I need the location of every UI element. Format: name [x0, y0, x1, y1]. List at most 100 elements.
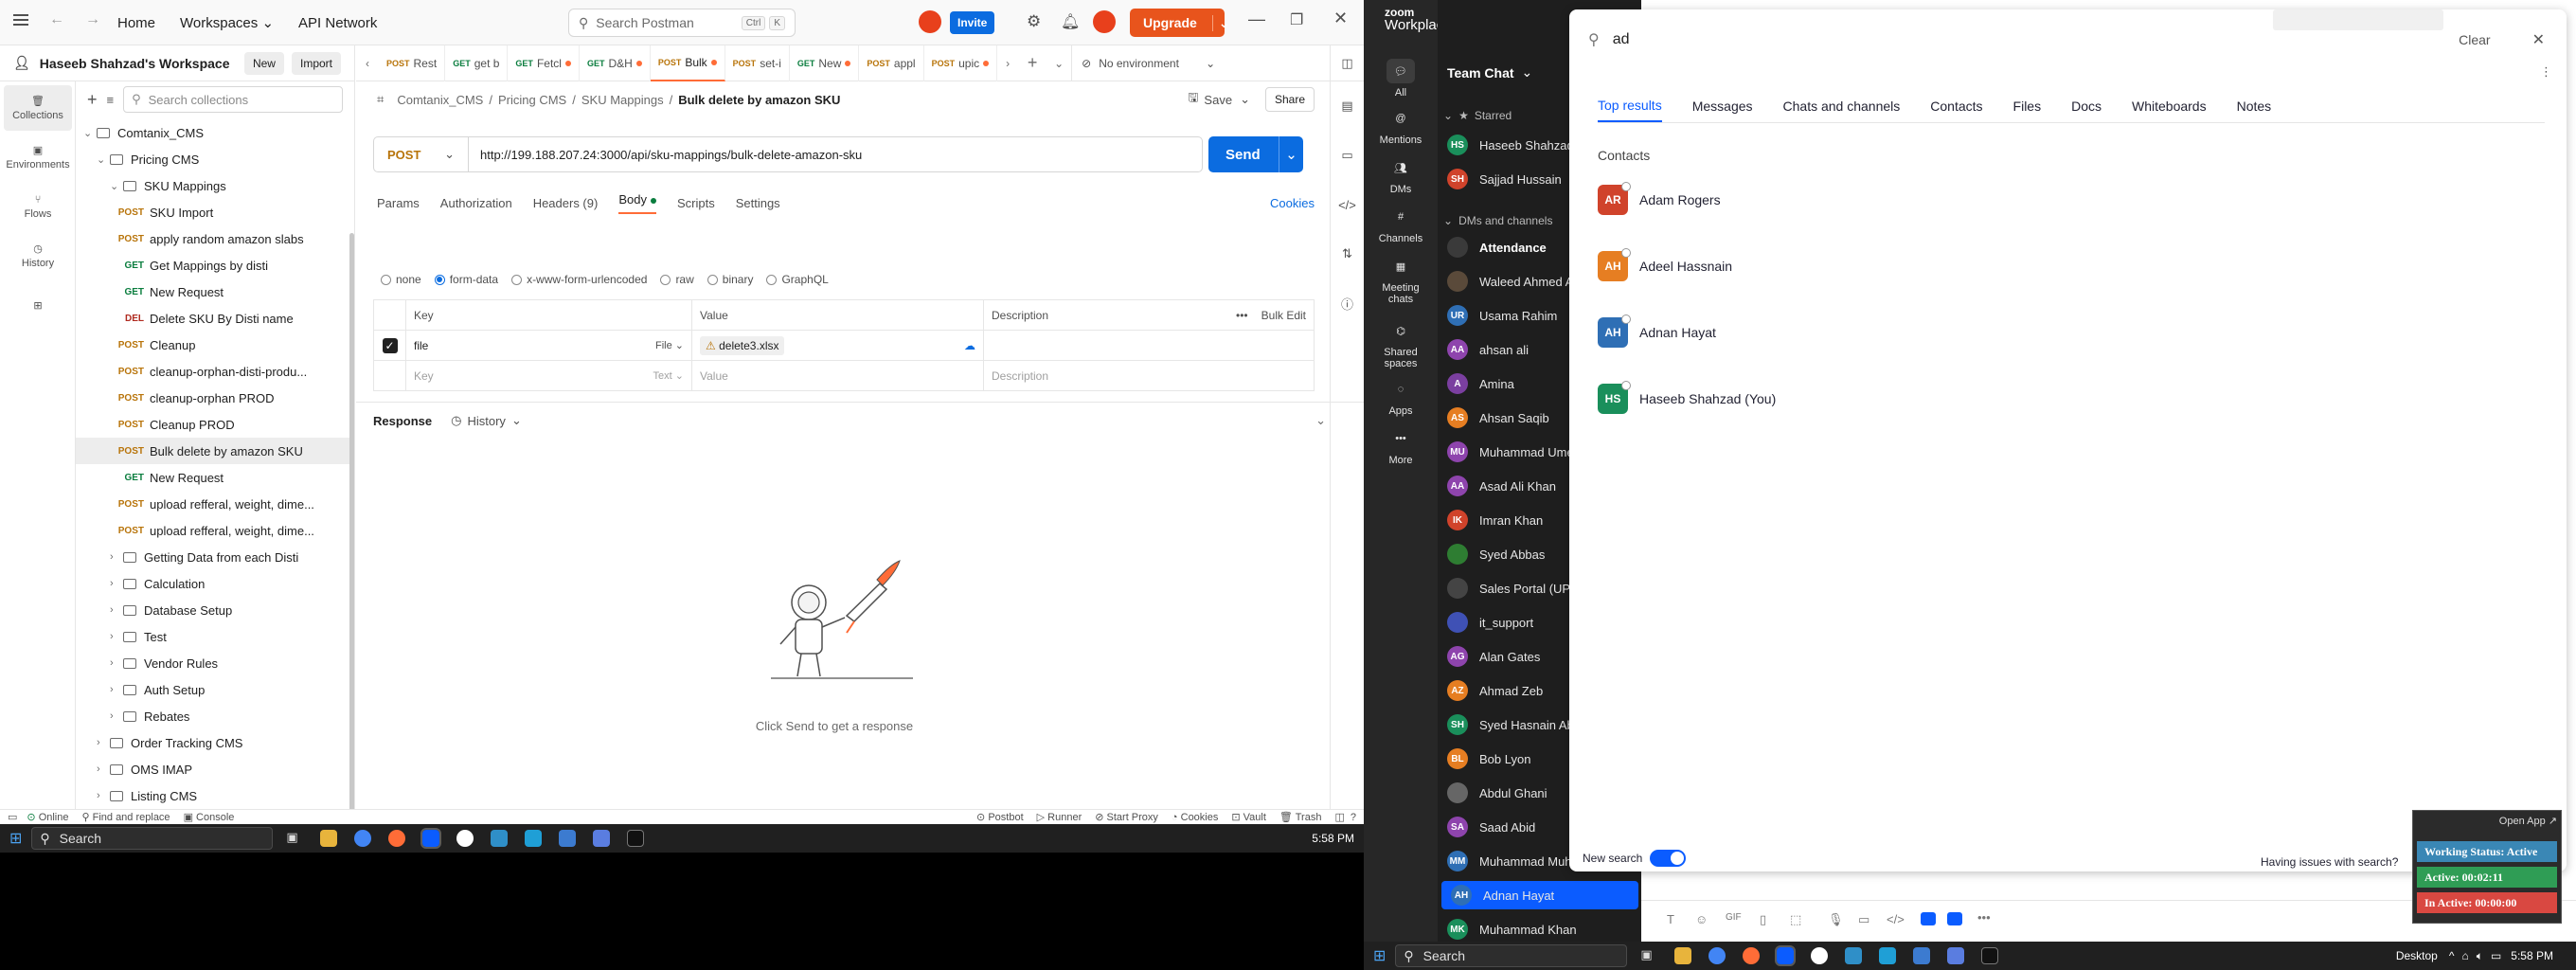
nav-api-network[interactable]: API Network	[298, 15, 377, 31]
tree-folder[interactable]: › Rebates	[76, 703, 354, 729]
search-tab[interactable]: Contacts	[1930, 99, 1982, 121]
avatar[interactable]	[1093, 10, 1116, 33]
task-view-icon[interactable]: ▣	[286, 830, 303, 847]
info-icon[interactable]: ⓘ	[1331, 278, 1364, 328]
rail-collections[interactable]: 🗑︎ Collections	[4, 85, 72, 131]
tree-folder[interactable]: › Auth Setup	[76, 676, 354, 703]
close-icon[interactable]: ✕	[2532, 30, 2545, 49]
rail-flows[interactable]: ⑂ Flows	[4, 184, 72, 229]
search-issue-link[interactable]: Having issues with search?	[2261, 855, 2398, 869]
chat-list-item[interactable]: MK Muhammad Khan	[1438, 915, 1641, 942]
dms-channels-section[interactable]: ⌄ DMs and channels	[1443, 214, 1552, 227]
code-icon[interactable]: </>	[1887, 912, 1905, 926]
clear-button[interactable]: Clear	[2459, 32, 2490, 47]
tree-folder[interactable]: › Calculation	[76, 570, 354, 597]
new-search-toggle[interactable]: New search	[1583, 850, 1687, 867]
app-icon[interactable]	[1913, 947, 1931, 964]
open-app-link[interactable]: Open App ↗	[2413, 815, 2557, 827]
video-icon[interactable]: ▭	[1858, 912, 1869, 927]
request-tab[interactable]: POST set-i	[725, 45, 790, 81]
settings-gear-icon[interactable]: ⚙	[1027, 12, 1041, 31]
history-button[interactable]: ◷ History ⌄	[451, 413, 522, 428]
chat-list-item[interactable]: AH Adnan Hayat	[1441, 881, 1638, 909]
workspace-name[interactable]: Haseeb Shahzad's Workspace	[40, 56, 230, 71]
microphone-icon[interactable]: 🎙︎	[1828, 912, 1844, 927]
volume-icon[interactable]: 🔈︎	[2477, 949, 2483, 963]
body-type-radio[interactable]: none	[381, 273, 421, 286]
rail-channels[interactable]: # Channels	[1364, 205, 1438, 244]
tree-request[interactable]: GET Get Mappings by disti	[76, 252, 354, 278]
trash-button[interactable]: 🗑︎ Trash	[1279, 811, 1322, 823]
search-tab[interactable]: Whiteboards	[2132, 99, 2207, 121]
tree-request[interactable]: GET New Request	[76, 278, 354, 305]
search-tab[interactable]: Messages	[1692, 99, 1753, 121]
battery-icon[interactable]: ▭	[2491, 949, 2501, 962]
related-icon[interactable]: ⇅	[1331, 229, 1364, 278]
bulk-edit-link[interactable]: Bulk Edit	[1261, 309, 1306, 322]
start-proxy-button[interactable]: ⊘ Start Proxy	[1095, 811, 1158, 823]
app-icon[interactable]	[1947, 947, 1965, 964]
app-icon[interactable]	[1947, 912, 1962, 925]
runner-button[interactable]: ▷ Runner	[1037, 811, 1082, 823]
tree-folder[interactable]: › Order Tracking CMS	[76, 729, 354, 756]
type-select[interactable]: File ⌄	[655, 339, 684, 351]
postman-icon[interactable]	[1743, 947, 1761, 964]
console-button[interactable]: ▣ Console	[184, 811, 235, 823]
postman-search-input[interactable]: ⚲ Search Postman Ctrl K	[568, 9, 796, 37]
emoji-icon[interactable]: ☺	[1695, 912, 1708, 926]
search-collections-input[interactable]: ⚲ Search collections	[123, 86, 343, 113]
chrome-icon[interactable]	[354, 830, 372, 847]
tray-chevron-icon[interactable]: ^	[2449, 949, 2455, 962]
cloud-upload-icon[interactable]: ☁	[964, 339, 975, 352]
sidebar-toggle-icon[interactable]: ◫	[1331, 45, 1364, 81]
back-arrow-icon[interactable]: ←	[49, 11, 64, 28]
nav-workspaces[interactable]: Workspaces ⌄	[180, 14, 274, 31]
restore-icon[interactable]: ❐	[1290, 10, 1303, 29]
rail-meeting-chats[interactable]: ▦ Meeting chats	[1364, 254, 1438, 306]
taskbar-search-input[interactable]: ⚲ Search	[1395, 944, 1628, 967]
file-explorer-icon[interactable]	[320, 830, 338, 847]
description-input[interactable]: Description	[983, 360, 1315, 391]
tree-request[interactable]: POST SKU Import	[76, 199, 354, 225]
request-tab[interactable]: GET get b	[445, 45, 509, 81]
search-tab[interactable]: Top results	[1598, 98, 1662, 122]
tab-params[interactable]: Params	[377, 196, 420, 210]
taskbar-search-input[interactable]: ⚲ Search	[31, 827, 274, 850]
cookies-link[interactable]: Cookies	[1270, 196, 1315, 210]
windows-start-icon[interactable]: ⊞	[1373, 946, 1386, 965]
tree-request[interactable]: POST Bulk delete by amazon SKU	[76, 438, 354, 464]
zoom-icon[interactable]	[420, 828, 442, 849]
request-tab[interactable]: POST Rest	[379, 45, 446, 81]
body-type-radio[interactable]: GraphQL	[766, 273, 829, 286]
send-button[interactable]: Send ⌄	[1208, 136, 1303, 172]
rail-history[interactable]: ◷ History	[4, 233, 72, 278]
share-button[interactable]: Share	[1264, 87, 1315, 112]
tree-scrollbar[interactable]	[349, 233, 354, 809]
tree-folder[interactable]: ⌄ Pricing CMS	[76, 146, 354, 172]
windows-start-icon[interactable]: ⊞	[9, 829, 22, 848]
team-chat-header[interactable]: Team Chat ⌄	[1447, 64, 1532, 81]
save-options-chevron-icon[interactable]: ⌄	[1240, 92, 1250, 107]
invite-button[interactable]: Invite	[950, 11, 995, 34]
tree-folder[interactable]: › Database Setup	[76, 597, 354, 623]
tree-request[interactable]: POST cleanup-orphan PROD	[76, 385, 354, 411]
tabs-right-chevron-icon[interactable]: ›	[997, 57, 1018, 70]
close-icon[interactable]: ✕	[1333, 9, 1348, 28]
tree-folder[interactable]: › Listing CMS	[76, 782, 354, 809]
body-type-radio[interactable]: binary	[707, 273, 753, 286]
contact-result[interactable]: AR Adam Rogers	[1598, 181, 1721, 219]
key-input[interactable]: file	[414, 339, 428, 352]
vscode-icon[interactable]	[525, 830, 543, 847]
import-button[interactable]: Import	[291, 51, 341, 75]
rail-shared-spaces[interactable]: ⌬ Shared spaces	[1364, 318, 1438, 370]
tabs-menu-chevron-icon[interactable]: ⌄	[1046, 57, 1071, 70]
terminal-icon[interactable]	[1981, 947, 1999, 964]
clock-app-icon[interactable]	[1811, 947, 1829, 964]
app-icon[interactable]	[593, 830, 611, 847]
layout-icon[interactable]: ▭	[8, 811, 17, 823]
add-icon[interactable]: +	[87, 90, 98, 110]
tree-request[interactable]: POST cleanup-orphan-disti-produ...	[76, 358, 354, 385]
new-button[interactable]: New	[243, 51, 284, 75]
gif-icon[interactable]: GIF	[1726, 912, 1742, 923]
save-button[interactable]: 🖫︎ Save	[1188, 89, 1232, 110]
